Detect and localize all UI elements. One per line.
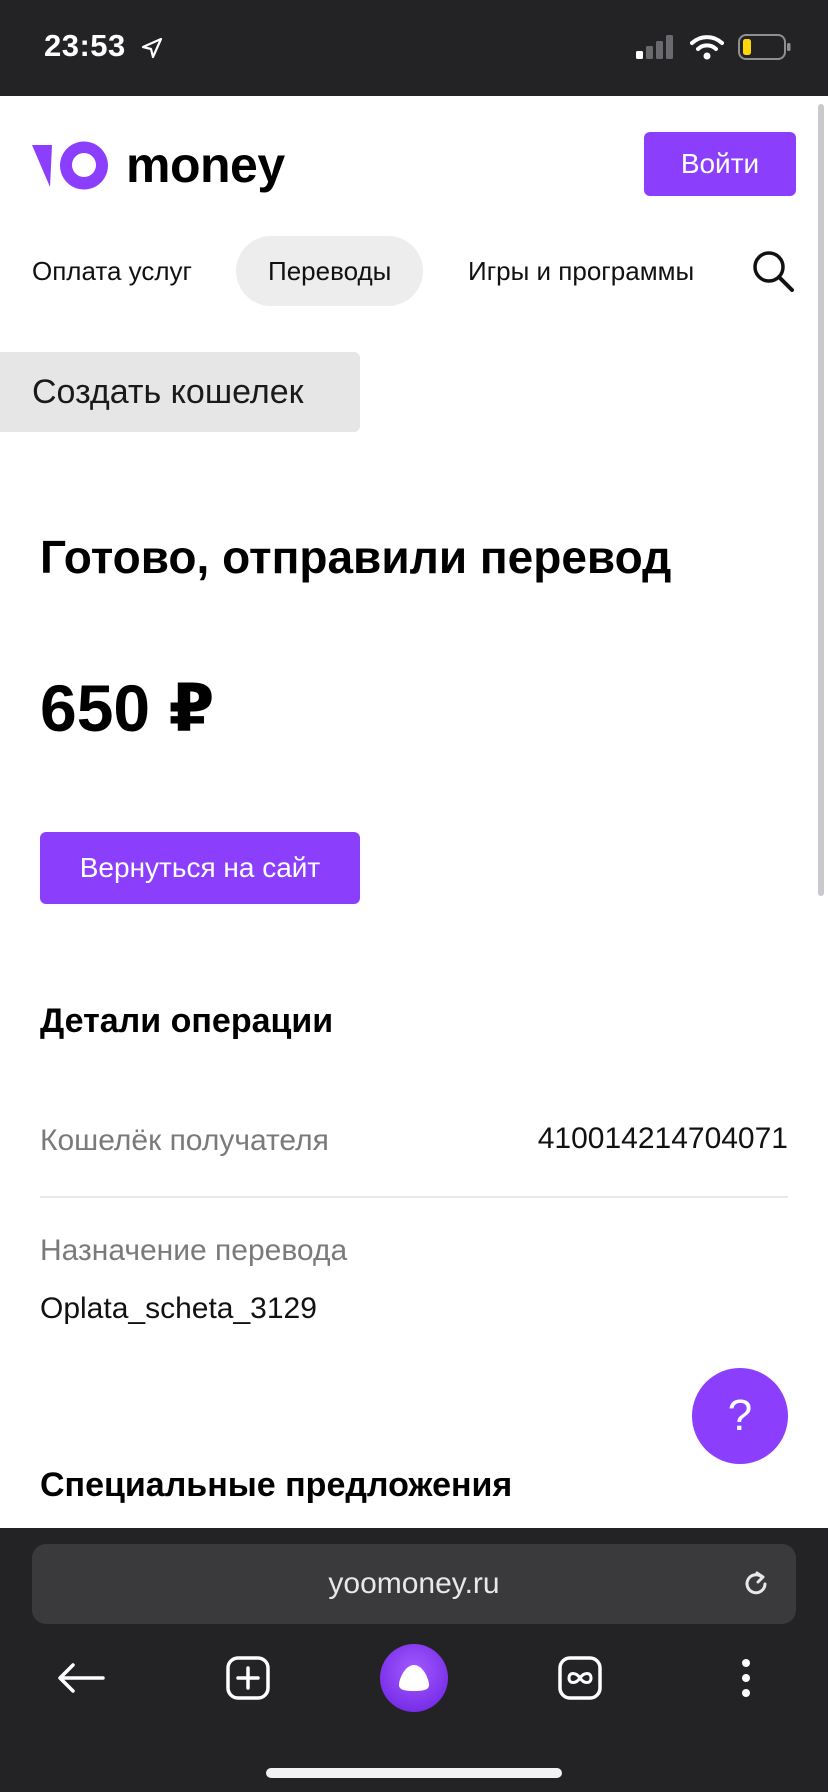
status-time: 23:53 bbox=[44, 28, 126, 63]
return-to-site-button[interactable]: Вернуться на сайт bbox=[40, 832, 360, 904]
alice-icon[interactable] bbox=[380, 1644, 448, 1712]
login-button[interactable]: Войти bbox=[644, 132, 796, 196]
nav-item-payments[interactable]: Оплата услуг bbox=[32, 236, 192, 306]
nav-item-games[interactable]: Игры и программы bbox=[468, 236, 694, 306]
cellular-signal-icon bbox=[636, 35, 673, 59]
wifi-icon bbox=[690, 35, 724, 60]
tabs-icon[interactable] bbox=[550, 1648, 610, 1708]
status-bar: 23:53 bbox=[0, 0, 828, 96]
details-divider bbox=[40, 1196, 788, 1198]
yoomoney-logo-icon bbox=[32, 141, 108, 190]
yoomoney-logo[interactable]: money bbox=[32, 136, 285, 194]
recipient-wallet-value: 410014214704071 bbox=[537, 1122, 788, 1155]
main-nav: Оплата услуг Переводы Игры и программы bbox=[0, 236, 828, 306]
help-button[interactable]: ? bbox=[692, 1368, 788, 1464]
logo-wordmark: money bbox=[126, 137, 285, 193]
browser-toolbar: yoomoney.ru bbox=[0, 1528, 828, 1792]
reload-icon[interactable] bbox=[738, 1566, 774, 1602]
scroll-indicator[interactable] bbox=[818, 104, 824, 896]
web-page[interactable]: money Войти Оплата услуг Переводы Игры и… bbox=[0, 96, 828, 1528]
search-icon[interactable] bbox=[748, 246, 798, 296]
special-offers-heading: Специальные предложения bbox=[40, 1466, 513, 1504]
home-indicator bbox=[266, 1768, 562, 1778]
details-heading: Детали операции bbox=[40, 1002, 334, 1040]
new-tab-icon[interactable] bbox=[218, 1648, 278, 1708]
page-title: Готово, отправили перевод bbox=[40, 531, 672, 583]
back-arrow-icon[interactable] bbox=[52, 1648, 112, 1708]
recipient-wallet-label: Кошелёк получателя bbox=[40, 1124, 329, 1157]
nav-item-transfers[interactable]: Переводы bbox=[236, 236, 424, 306]
address-bar-url: yoomoney.ru bbox=[328, 1567, 500, 1600]
transfer-purpose-label: Назначение перевода bbox=[40, 1234, 348, 1267]
location-arrow-icon bbox=[141, 37, 163, 59]
transfer-amount: 650 ₽ bbox=[40, 671, 215, 745]
address-bar[interactable]: yoomoney.ru bbox=[32, 1544, 796, 1624]
battery-low-icon bbox=[738, 34, 791, 60]
status-icons bbox=[636, 34, 792, 60]
create-wallet-button[interactable]: Создать кошелек bbox=[0, 352, 360, 432]
transfer-purpose-value: Oplata_scheta_3129 bbox=[40, 1292, 317, 1325]
more-icon[interactable] bbox=[716, 1648, 776, 1708]
screen: 23:53 money Войти Оплата услуг Переводы … bbox=[0, 0, 828, 1792]
